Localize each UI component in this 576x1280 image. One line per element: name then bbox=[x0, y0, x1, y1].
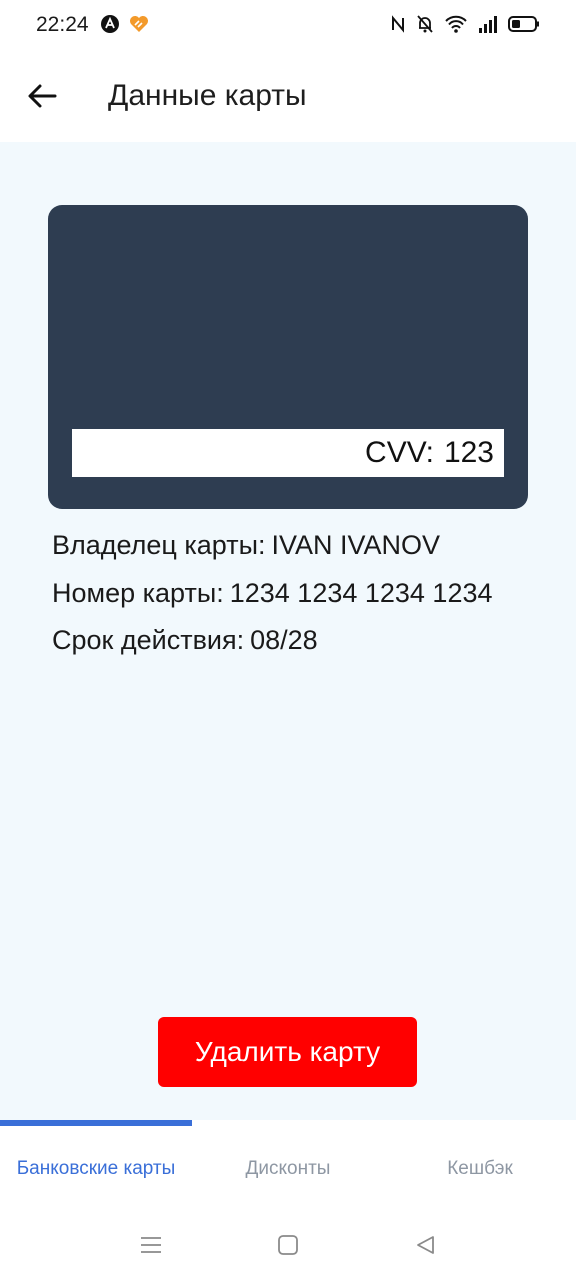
status-time: 22:24 bbox=[36, 13, 89, 36]
status-left-icons bbox=[100, 14, 150, 39]
bank-card-back: CVV: 123 bbox=[48, 205, 528, 509]
wifi-icon bbox=[444, 14, 468, 39]
tab-active-indicator bbox=[0, 1120, 192, 1126]
card-owner-label: Владелец карты: bbox=[52, 530, 266, 560]
arrow-left-icon bbox=[27, 83, 57, 114]
heart-app-icon bbox=[128, 14, 150, 39]
tab-discounts[interactable]: Дисконты bbox=[192, 1158, 384, 1180]
cvv-value: 123 bbox=[443, 436, 494, 469]
app-a-icon bbox=[100, 14, 120, 39]
bell-off-icon bbox=[416, 14, 434, 39]
bottom-tab-bar: Банковские карты Дисконты Кешбэк bbox=[0, 1120, 576, 1210]
app-bar: Данные карты bbox=[0, 52, 576, 142]
card-expiry-line: Срок действия: 08/28 bbox=[52, 625, 318, 656]
card-expiry-value: 08/28 bbox=[250, 625, 318, 655]
tab-bank-cards[interactable]: Банковские карты bbox=[0, 1158, 192, 1180]
tab-cashback[interactable]: Кешбэк bbox=[384, 1158, 576, 1180]
back-button[interactable] bbox=[22, 78, 62, 118]
card-expiry-label: Срок действия: bbox=[52, 625, 245, 655]
card-number-label: Номер карты: bbox=[52, 578, 224, 608]
cvv-label: CVV: bbox=[365, 436, 434, 469]
card-owner-line: Владелец карты: IVAN IVANOV bbox=[52, 530, 440, 561]
status-bar: 22:24 bbox=[0, 0, 576, 52]
home-square-icon[interactable] bbox=[273, 1230, 303, 1260]
status-right-icons bbox=[390, 14, 540, 39]
delete-card-button[interactable]: Удалить карту bbox=[158, 1017, 417, 1087]
cvv-strip: CVV: 123 bbox=[72, 429, 504, 477]
content-area: CVV: 123 Владелец карты: IVAN IVANOV Номе… bbox=[0, 142, 576, 1120]
battery-icon bbox=[508, 14, 540, 39]
card-number-line: Номер карты: 1234 1234 1234 1234 bbox=[52, 578, 493, 609]
signal-icon bbox=[478, 14, 498, 39]
page-title: Данные карты bbox=[108, 79, 307, 112]
back-triangle-icon[interactable] bbox=[410, 1230, 440, 1260]
system-nav-bar bbox=[0, 1210, 576, 1280]
card-number-value: 1234 1234 1234 1234 bbox=[229, 578, 493, 608]
nfc-icon bbox=[390, 14, 406, 39]
menu-icon[interactable] bbox=[136, 1230, 166, 1260]
card-owner-value: IVAN IVANOV bbox=[271, 530, 441, 560]
